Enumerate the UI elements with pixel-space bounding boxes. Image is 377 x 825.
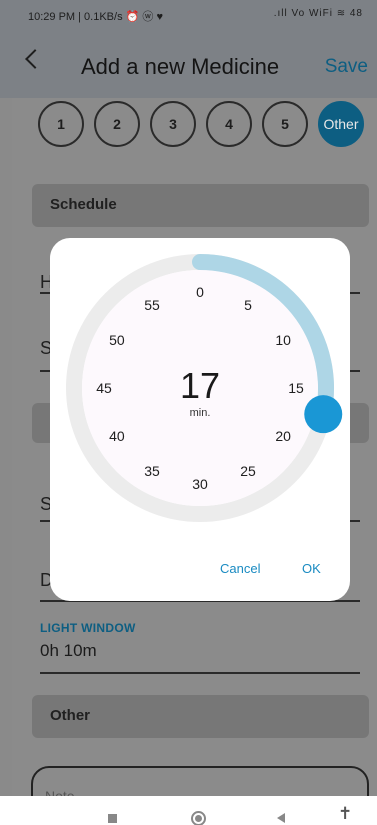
dose-option-other[interactable]: Other [318, 101, 364, 147]
dial-label-15[interactable]: 15 [288, 380, 304, 396]
dial-label-50[interactable]: 50 [109, 332, 125, 348]
dial-label-30[interactable]: 30 [192, 476, 208, 492]
back-arrow-icon[interactable] [25, 49, 45, 69]
light-window-label: LIGHT WINDOW [40, 621, 136, 635]
dial-label-40[interactable]: 40 [109, 428, 125, 444]
dose-option-3[interactable]: 3 [150, 101, 196, 147]
dose-option-2[interactable]: 2 [94, 101, 140, 147]
status-bar: 10:29 PM | 0.1KB/s ⏰ ⓦ ♥ .ıll Vo WiFi ≋ … [0, 0, 377, 28]
light-window-value[interactable]: 0h 10m [40, 641, 97, 661]
home-icon[interactable] [191, 811, 206, 825]
dial-label-55[interactable]: 55 [144, 297, 160, 313]
minute-value: 17 [179, 365, 221, 406]
dial-label-20[interactable]: 20 [275, 428, 291, 444]
status-left: 10:29 PM | 0.1KB/s ⏰ ⓦ ♥ [28, 11, 163, 23]
dose-option-1[interactable]: 1 [38, 101, 84, 147]
dial-label-10[interactable]: 10 [275, 332, 291, 348]
dose-option-5[interactable]: 5 [262, 101, 308, 147]
page-title: Add a new Medicine [81, 54, 280, 79]
dose-selector: 1 2 3 4 5 Other [38, 101, 364, 147]
dial-label-45[interactable]: 45 [96, 380, 112, 396]
back-triangle-icon[interactable] [277, 813, 285, 823]
light-window-underline [40, 672, 360, 674]
minute-unit: min. [189, 407, 211, 419]
other-section-header: Other [32, 695, 369, 738]
status-right: .ıll Vo WiFi ≋ 48 [273, 8, 363, 19]
save-button[interactable]: Save [325, 56, 368, 78]
schedule-section-header: Schedule [32, 184, 369, 227]
dial-label-0[interactable]: 0 [196, 284, 204, 300]
accessibility-icon[interactable]: ✝ [338, 804, 352, 824]
ok-button[interactable]: OK [302, 561, 321, 576]
cancel-button[interactable]: Cancel [220, 561, 260, 576]
dial-handle[interactable] [304, 395, 343, 434]
recents-icon[interactable] [108, 814, 117, 823]
dose-option-4[interactable]: 4 [206, 101, 252, 147]
app-bar: Add a new Medicine Save [0, 28, 377, 98]
minute-picker-dialog: 0 5 10 15 20 25 30 35 40 45 50 55 17 min. Cancel OK [50, 238, 350, 601]
dial-label-5[interactable]: 5 [244, 297, 252, 313]
dial-label-35[interactable]: 35 [144, 463, 160, 479]
dial-label-25[interactable]: 25 [240, 463, 256, 479]
system-nav-bar: ✝ [0, 796, 377, 825]
minute-dial: 0 5 10 15 20 25 30 35 40 45 50 55 [66, 254, 343, 522]
